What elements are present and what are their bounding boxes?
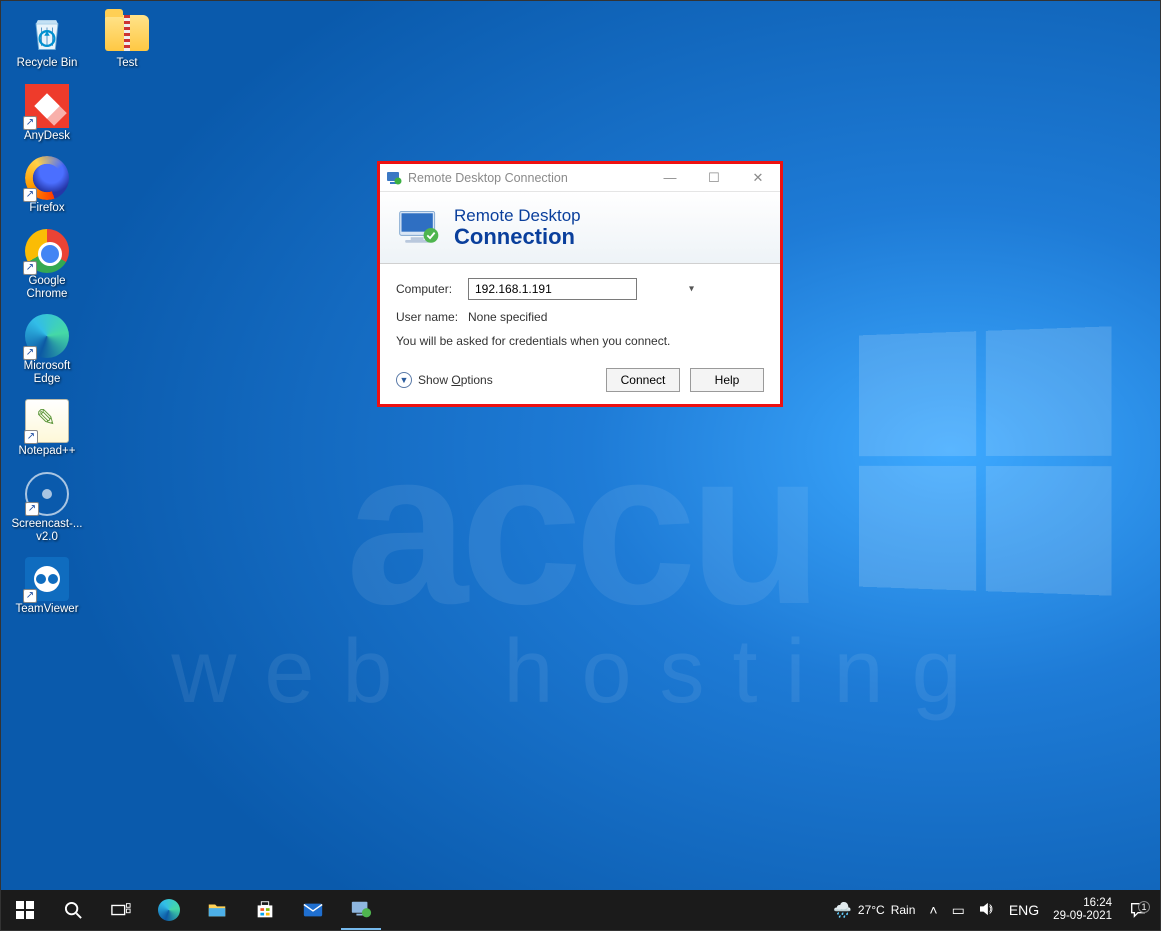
volume-icon[interactable]	[979, 902, 995, 919]
desktop-icon-label: Google Chrome	[11, 275, 83, 300]
desktop-icon-label: Test	[116, 57, 137, 70]
rdc-icon	[350, 899, 372, 921]
clock-time: 16:24	[1053, 897, 1112, 910]
computer-input[interactable]	[468, 278, 637, 300]
desktop-icon-label: AnyDesk	[24, 130, 70, 143]
label-username: User name:	[396, 310, 468, 324]
chevron-down-circle-icon: ▼	[396, 372, 412, 388]
shortcut-arrow-icon: ↗	[24, 430, 38, 444]
show-options-label: Show Options	[418, 373, 493, 387]
taskbar-app-edge[interactable]	[145, 890, 193, 930]
windows-logo-wallpaper	[859, 326, 1112, 595]
clock[interactable]: 16:24 29-09-2021	[1053, 897, 1112, 923]
credentials-hint: You will be asked for credentials when y…	[396, 334, 764, 348]
desktop-icon-screencast[interactable]: ↗ Screencast-... v2.0	[11, 472, 83, 543]
desktop-icon-google-chrome[interactable]: ↗ Google Chrome	[11, 229, 83, 300]
watermark-webhosting: web hosting	[1, 621, 1160, 724]
value-username: None specified	[468, 310, 547, 324]
clock-date: 29-09-2021	[1053, 910, 1112, 923]
desktop-icon-teamviewer[interactable]: ↗ TeamViewer	[11, 557, 83, 616]
shortcut-arrow-icon: ↗	[23, 188, 37, 202]
desktop-icons-col1: Recycle Bin ↗ AnyDesk ↗ Firefox ↗ Google…	[11, 11, 83, 616]
screencast-icon: ↗	[25, 472, 69, 516]
taskbar-app-explorer[interactable]	[193, 890, 241, 930]
desktop-icon-test-folder[interactable]: Test	[91, 11, 163, 70]
weather-temp: 27°C	[858, 903, 885, 917]
recycle-bin-icon	[25, 11, 69, 55]
task-view-button[interactable]	[97, 890, 145, 930]
ms-store-icon	[254, 899, 276, 921]
taskbar-app-store[interactable]	[241, 890, 289, 930]
chrome-icon: ↗	[25, 229, 69, 273]
mail-icon	[302, 899, 324, 921]
rdc-icon	[386, 170, 402, 186]
shortcut-arrow-icon: ↗	[23, 261, 37, 275]
label-computer: Computer:	[396, 282, 468, 296]
desktop-icons-col2: Test	[91, 11, 163, 70]
action-center-button[interactable]: 1	[1126, 901, 1150, 919]
window-titlebar[interactable]: Remote Desktop Connection ― ☐ ✕	[380, 164, 780, 192]
edge-icon	[158, 899, 180, 921]
desktop-icon-label: TeamViewer	[15, 603, 78, 616]
desktop-icon-label: Microsoft Edge	[11, 360, 83, 385]
file-explorer-icon	[206, 899, 228, 921]
edge-icon: ↗	[25, 314, 69, 358]
search-button[interactable]	[49, 890, 97, 930]
close-button[interactable]: ✕	[736, 164, 780, 191]
remote-desktop-connection-window: Remote Desktop Connection ― ☐ ✕ Remote D…	[377, 161, 783, 407]
shortcut-arrow-icon: ↗	[23, 589, 37, 603]
connect-button[interactable]: Connect	[606, 368, 680, 392]
language-indicator[interactable]: ENG	[1009, 902, 1039, 918]
shortcut-arrow-icon: ↗	[23, 346, 37, 360]
shortcut-arrow-icon: ↗	[23, 116, 37, 130]
minimize-button[interactable]: ―	[648, 164, 692, 191]
desktop-icon-recycle-bin[interactable]: Recycle Bin	[11, 11, 83, 70]
windows-start-icon	[16, 901, 34, 919]
rdc-body: Computer: ▾ User name: None specified Yo…	[380, 264, 780, 404]
weather-widget[interactable]: 🌧️ 27°C Rain	[833, 901, 915, 919]
system-tray: 🌧️ 27°C Rain ˄ ▭ ENG 16:24 29-09-2021 1	[833, 897, 1160, 923]
watermark-accu: accu	[1, 401, 1160, 654]
display-project-icon[interactable]: ▭	[952, 902, 965, 919]
taskbar: 🌧️ 27°C Rain ˄ ▭ ENG 16:24 29-09-2021 1	[1, 890, 1160, 930]
rdc-banner-line2: Connection	[454, 225, 581, 248]
maximize-button[interactable]: ☐	[692, 164, 736, 191]
start-button[interactable]	[1, 890, 49, 930]
weather-cond: Rain	[891, 903, 916, 917]
shortcut-arrow-icon: ↗	[25, 502, 39, 516]
taskbar-app-rdc[interactable]	[337, 890, 385, 930]
task-view-icon	[111, 902, 131, 918]
taskbar-app-mail[interactable]	[289, 890, 337, 930]
show-options-toggle[interactable]: ▼ Show Options	[396, 372, 493, 388]
zip-folder-icon	[105, 11, 149, 55]
notepadpp-icon: ↗	[25, 399, 69, 443]
rdc-banner: Remote Desktop Connection	[380, 192, 780, 264]
desktop-icon-notepadpp[interactable]: ↗ Notepad++	[11, 399, 83, 458]
desktop-icon-microsoft-edge[interactable]: ↗ Microsoft Edge	[11, 314, 83, 385]
firefox-icon: ↗	[25, 156, 69, 200]
search-icon	[64, 901, 83, 920]
weather-icon: 🌧️	[833, 901, 852, 919]
desktop-icon-label: Screencast-... v2.0	[11, 518, 83, 543]
window-title: Remote Desktop Connection	[408, 171, 648, 185]
desktop-icon-label: Firefox	[29, 202, 64, 215]
chevron-down-icon: ▾	[689, 284, 694, 295]
desktop-icon-firefox[interactable]: ↗ Firefox	[11, 156, 83, 215]
rdc-banner-icon	[396, 207, 442, 249]
help-button[interactable]: Help	[690, 368, 764, 392]
notification-badge: 1	[1138, 901, 1150, 913]
anydesk-icon: ↗	[25, 84, 69, 128]
desktop-icon-anydesk[interactable]: ↗ AnyDesk	[11, 84, 83, 143]
tray-overflow-icon[interactable]: ˄	[929, 902, 937, 918]
rdc-banner-line1: Remote Desktop	[454, 207, 581, 225]
teamviewer-icon: ↗	[25, 557, 69, 601]
desktop-icon-label: Notepad++	[19, 445, 76, 458]
desktop-icon-label: Recycle Bin	[17, 57, 78, 70]
